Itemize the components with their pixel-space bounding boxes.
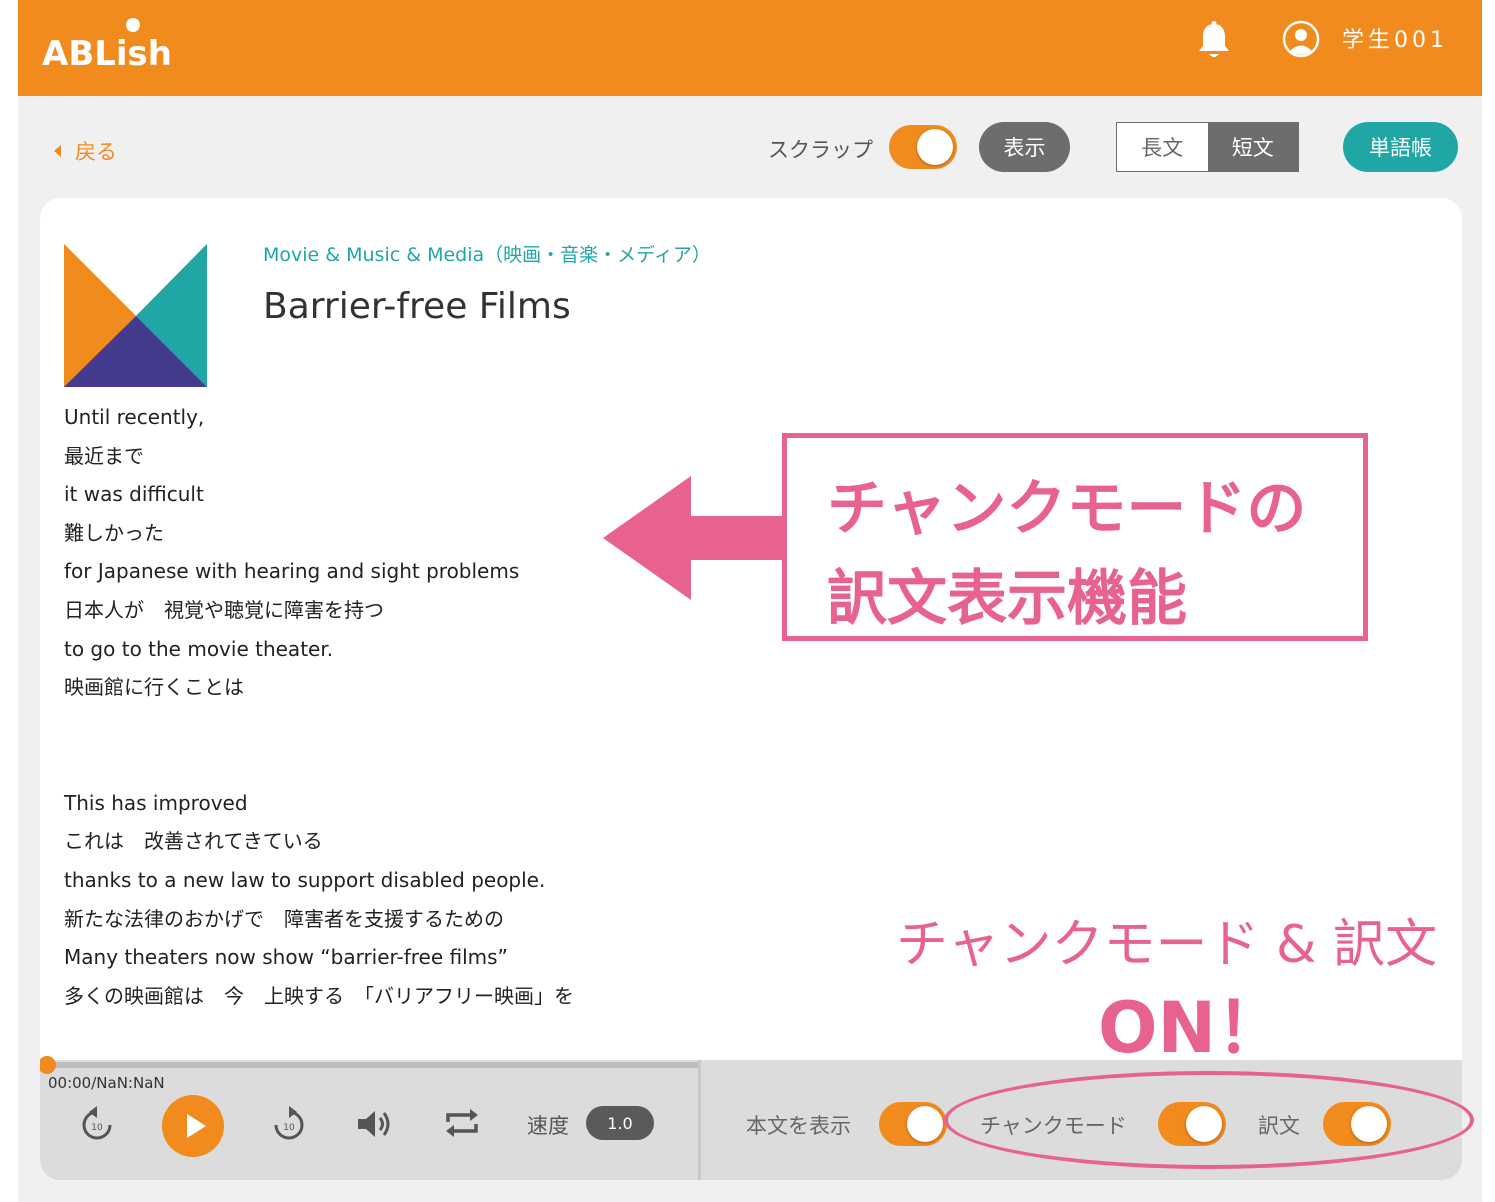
annotation-highlight-ellipse bbox=[944, 1071, 1474, 1169]
svg-text:10: 10 bbox=[283, 1123, 295, 1133]
chunk-en[interactable]: Until recently, bbox=[64, 398, 574, 437]
annotation-callout-box: チャンクモードの 訳文表示機能 bbox=[782, 433, 1368, 641]
user-name[interactable]: 学生001 bbox=[1342, 22, 1448, 54]
chunk-ja: 最近まで bbox=[64, 443, 144, 468]
player-divider bbox=[698, 1060, 701, 1180]
repeat-icon[interactable] bbox=[444, 1106, 480, 1140]
logo-dot bbox=[126, 18, 140, 32]
annotation-arrow-left-icon bbox=[603, 476, 783, 600]
text-length-segmented-control: 長文 短文 bbox=[1116, 122, 1299, 172]
segment-short[interactable]: 短文 bbox=[1207, 123, 1298, 171]
volume-icon[interactable] bbox=[356, 1108, 394, 1140]
user-avatar-icon[interactable] bbox=[1282, 20, 1320, 58]
annotation-line-1: チャンクモードの bbox=[827, 474, 1307, 544]
segment-long[interactable]: 長文 bbox=[1117, 123, 1208, 171]
play-button[interactable] bbox=[162, 1095, 224, 1157]
speed-selector[interactable]: 1.0 bbox=[586, 1106, 654, 1140]
speed-label: 速度 bbox=[527, 1114, 569, 1138]
chunk-en[interactable]: to go to the movie theater. bbox=[64, 630, 574, 669]
svg-text:10: 10 bbox=[91, 1123, 103, 1133]
toggle-knob bbox=[917, 129, 953, 165]
scrap-label: スクラップ bbox=[768, 138, 873, 162]
toggle-knob bbox=[907, 1106, 943, 1142]
chunk-ja: 多くの映画館は 今 上映する 「バリアフリー映画」を bbox=[64, 983, 574, 1008]
chunk-en[interactable]: thanks to a new law to support disabled … bbox=[64, 861, 574, 900]
progress-bar[interactable] bbox=[40, 1056, 700, 1074]
annotation-bottom-line-2: ON！ bbox=[1098, 987, 1287, 1069]
chunk-ja: これは 改善されてきている bbox=[64, 829, 323, 854]
chunk-ja: 日本人が 視覚や聴覚に障害を持つ bbox=[64, 597, 384, 622]
chunk-en[interactable]: it was difficult bbox=[64, 475, 574, 514]
bell-icon[interactable] bbox=[1196, 20, 1232, 60]
chunk-en[interactable]: Many theaters now show “barrier-free fil… bbox=[64, 938, 574, 977]
play-icon bbox=[187, 1114, 206, 1138]
logo[interactable]: ABLish bbox=[42, 34, 172, 74]
chunk-ja: 新たな法律のおかげで 障害者を支援するための bbox=[64, 906, 504, 931]
back-label: 戻る bbox=[75, 140, 117, 164]
vocab-button[interactable]: 単語帳 bbox=[1343, 122, 1458, 172]
chunk-en[interactable]: This has improved bbox=[64, 784, 574, 823]
annotation-line-2: 訳文表示機能 bbox=[827, 564, 1187, 634]
chevron-left-icon bbox=[54, 145, 61, 157]
article-thumbnail bbox=[64, 244, 207, 387]
show-text-toggle[interactable] bbox=[879, 1102, 947, 1146]
chunk-ja: 難しかった bbox=[64, 520, 164, 545]
rewind-10-icon[interactable]: 10 bbox=[80, 1104, 114, 1144]
progress-handle[interactable] bbox=[40, 1056, 56, 1074]
annotation-bottom-line-1: チャンクモード & 訳文 bbox=[896, 915, 1438, 975]
show-text-label: 本文を表示 bbox=[746, 1114, 851, 1138]
app-header: ABLish 学生001 bbox=[18, 0, 1482, 96]
article-body: Until recently, 最近まで it was difficult 難し… bbox=[64, 398, 574, 1015]
scrap-toggle[interactable] bbox=[889, 125, 957, 169]
time-readout: 00:00/NaN:NaN bbox=[48, 1074, 165, 1092]
forward-10-icon[interactable]: 10 bbox=[272, 1104, 306, 1144]
show-button[interactable]: 表示 bbox=[979, 122, 1070, 172]
chunk-en[interactable]: for Japanese with hearing and sight prob… bbox=[64, 552, 574, 591]
chunk-ja: 映画館に行くことは bbox=[64, 675, 244, 700]
article-title: Barrier-free Films bbox=[263, 286, 571, 327]
back-button[interactable]: 戻る bbox=[54, 136, 117, 166]
article-category: Movie & Music & Media（映画・音楽・メディア） bbox=[263, 244, 711, 266]
